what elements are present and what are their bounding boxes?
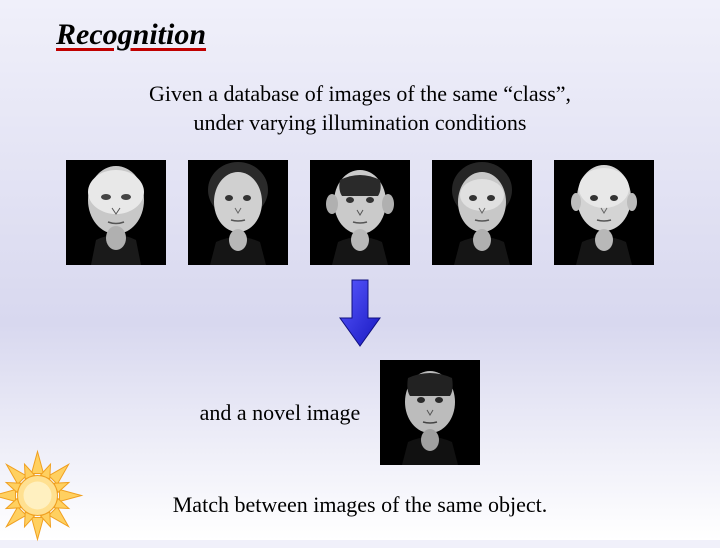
face-image-5 bbox=[554, 160, 654, 265]
subtitle-line-1: Given a database of images of the same “… bbox=[149, 81, 571, 106]
novel-face-image bbox=[380, 360, 480, 465]
database-faces-row bbox=[0, 160, 720, 265]
down-arrow-icon bbox=[338, 278, 382, 353]
novel-image-label: and a novel image bbox=[200, 400, 361, 426]
subtitle-line-2: under varying illumination conditions bbox=[193, 110, 526, 135]
face-image-4 bbox=[432, 160, 532, 265]
slide-conclusion-text: Match between images of the same object. bbox=[0, 492, 720, 518]
novel-image-row: and a novel image bbox=[0, 360, 720, 465]
slide-title: Recognition bbox=[56, 18, 206, 52]
face-image-1 bbox=[66, 160, 166, 265]
slide-subtitle: Given a database of images of the same “… bbox=[0, 80, 720, 137]
face-image-3 bbox=[310, 160, 410, 265]
face-image-2 bbox=[188, 160, 288, 265]
sun-icon bbox=[0, 448, 85, 548]
